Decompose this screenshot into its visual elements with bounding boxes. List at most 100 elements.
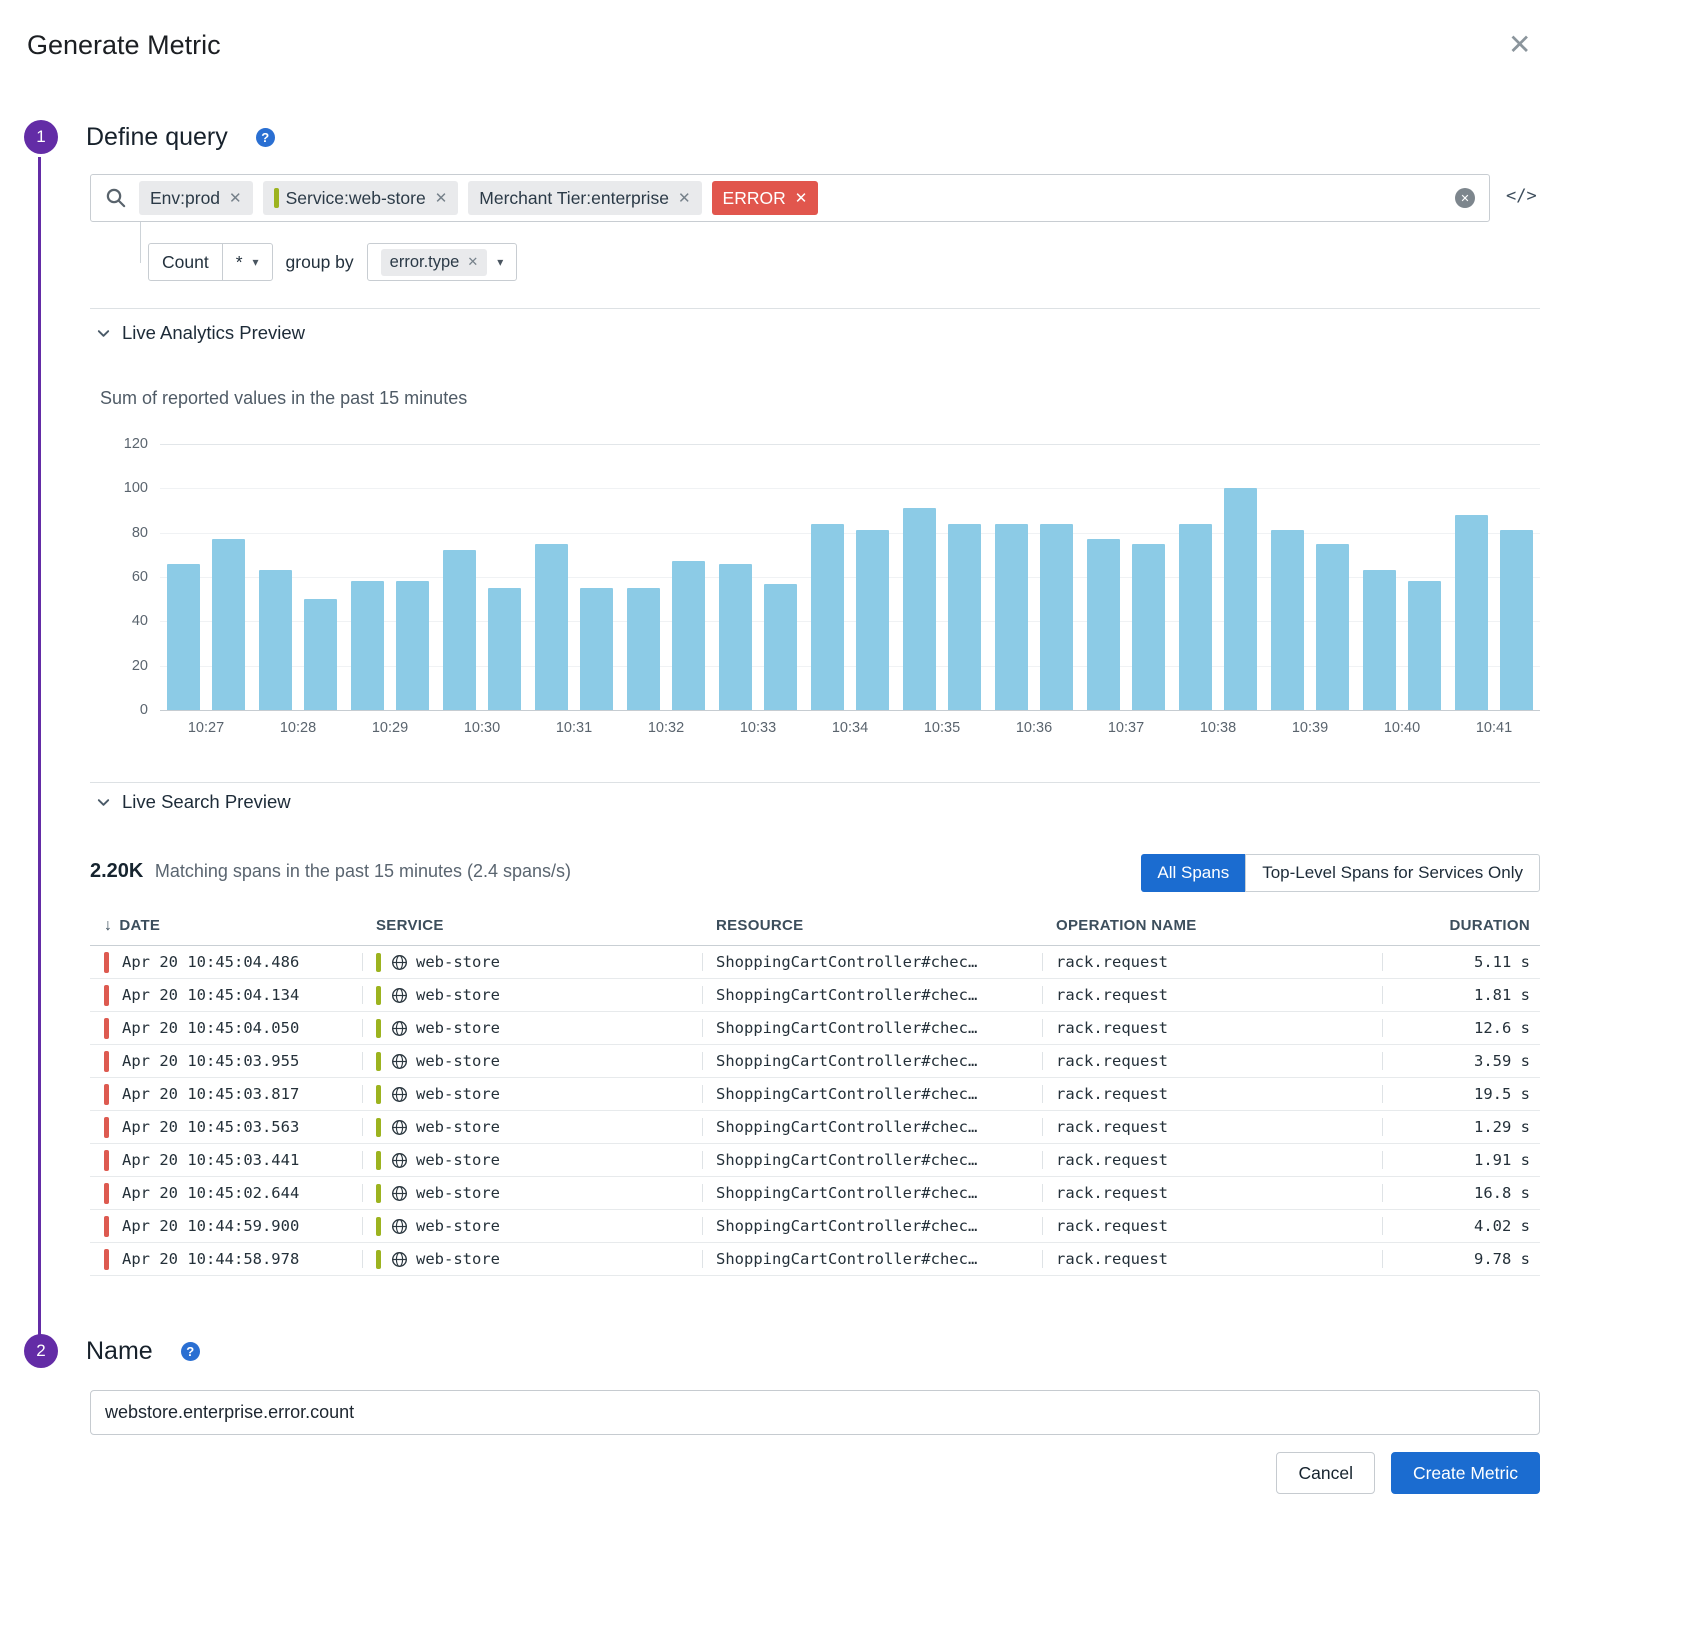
operation-name: rack.request (1056, 1151, 1168, 1169)
span-date: Apr 20 10:45:04.050 (122, 1019, 299, 1037)
date-cell: Apr 20 10:44:58.978 (90, 1243, 362, 1275)
filter-chip-merchant-tier-enterprise[interactable]: Merchant Tier:enterprise✕ (468, 181, 701, 215)
filter-chip-service-web-store[interactable]: Service:web-store✕ (263, 181, 459, 215)
duration-cell: 4.02 s (1382, 1210, 1540, 1242)
table-row[interactable]: Apr 20 10:45:02.644web-storeShoppingCart… (90, 1177, 1540, 1210)
globe-icon (391, 1086, 408, 1103)
help-icon[interactable]: ? (181, 1342, 200, 1361)
table-row[interactable]: Apr 20 10:45:03.441web-storeShoppingCart… (90, 1144, 1540, 1177)
remove-filter-icon[interactable]: ✕ (435, 189, 448, 207)
span-count-description: Matching spans in the past 15 minutes (2… (155, 861, 571, 881)
operation-cell: rack.request (1042, 1243, 1382, 1275)
bar-group: 10:35 (896, 444, 988, 710)
span-date: Apr 20 10:45:04.134 (122, 986, 299, 1004)
operation-cell: rack.request (1042, 1144, 1382, 1176)
span-date: Apr 20 10:45:03.955 (122, 1052, 299, 1070)
service-color-bar (376, 1118, 381, 1137)
duration-cell: 12.6 s (1382, 1012, 1540, 1044)
y-axis-label: 20 (132, 658, 148, 674)
table-row[interactable]: Apr 20 10:45:04.134web-storeShoppingCart… (90, 979, 1540, 1012)
resource-name: ShoppingCartController#chec… (716, 953, 977, 971)
table-row[interactable]: Apr 20 10:45:03.563 web-store ShoppingCart… (90, 1111, 1540, 1144)
column-header-duration[interactable]: DURATION (1382, 917, 1540, 934)
bar-group: 10:37 (1080, 444, 1172, 710)
error-status-bar (104, 952, 109, 973)
operation-cell: rack.request (1042, 946, 1382, 978)
close-icon[interactable]: ✕ (1508, 28, 1531, 61)
resource-cell: ShoppingCartController#chec… (702, 1144, 1042, 1176)
operation-cell: rack.request (1042, 1078, 1382, 1110)
resource-cell: ShoppingCartController#chec… (702, 1210, 1042, 1242)
column-header-operation-name[interactable]: OPERATION NAME (1042, 917, 1382, 934)
remove-filter-icon[interactable]: ✕ (678, 189, 691, 207)
live-analytics-preview-header[interactable]: Live Analytics Preview (96, 322, 305, 344)
service-cell: web-store (362, 1078, 702, 1110)
table-row[interactable]: Apr 20 10:45:04.486web-storeShoppingCart… (90, 946, 1540, 979)
chart-bar (627, 588, 660, 710)
service-name: web-store (416, 1217, 500, 1235)
bar-group: 10:27 (160, 444, 252, 710)
chart-bar (719, 564, 752, 710)
chart-bar (1363, 570, 1396, 710)
service-color-bar (376, 1052, 381, 1071)
span-scope-toggle-group: All Spans Top-Level Spans for Services O… (1141, 854, 1540, 892)
all-spans-toggle[interactable]: All Spans (1141, 854, 1245, 892)
live-search-preview-header[interactable]: Live Search Preview (96, 791, 291, 813)
clear-query-icon[interactable]: ✕ (1455, 188, 1475, 208)
bar-group: 10:34 (804, 444, 896, 710)
y-axis-label: 60 (132, 569, 148, 585)
filter-label: Env:prod (150, 188, 220, 209)
code-editor-toggle-icon[interactable]: </> (1506, 186, 1537, 206)
span-duration: 3.59 s (1474, 1052, 1530, 1070)
group-by-chip[interactable]: error.type ✕ (381, 249, 488, 276)
resource-cell: ShoppingCartController#chec… (702, 1177, 1042, 1209)
table-row[interactable]: Apr 20 10:44:58.978web-storeShoppingCart… (90, 1243, 1540, 1276)
span-duration: 5.11 s (1474, 953, 1530, 971)
step-1-row: 1 Define query ? (24, 120, 275, 154)
span-duration: 1.81 s (1474, 986, 1530, 1004)
span-duration: 16.8 s (1474, 1184, 1530, 1202)
table-row[interactable]: Apr 20 10:45:03.955web-storeShoppingCart… (90, 1045, 1540, 1078)
top-level-spans-toggle[interactable]: Top-Level Spans for Services Only (1245, 854, 1540, 892)
chart-bar (304, 599, 337, 710)
table-row[interactable]: Apr 20 10:45:04.050web-storeShoppingCart… (90, 1012, 1540, 1045)
resource-cell: ShoppingCartController#chec… (702, 1012, 1042, 1044)
service-color-bar (376, 953, 381, 972)
filter-chip-error[interactable]: ERROR✕ (712, 181, 819, 215)
chart-bar (167, 564, 200, 710)
span-date: Apr 20 10:45:03.563 (122, 1118, 299, 1136)
x-axis-label: 10:29 (344, 720, 436, 736)
column-header-service[interactable]: SERVICE (362, 917, 702, 934)
operation-name: rack.request (1056, 1019, 1168, 1037)
error-status-bar (104, 1018, 109, 1039)
service-color-bar (376, 1151, 381, 1170)
table-row[interactable]: Apr 20 10:44:59.900web-storeShoppingCart… (90, 1210, 1540, 1243)
group-by-select[interactable]: error.type ✕ ▾ (368, 244, 517, 280)
remove-group-by-icon[interactable]: ✕ (467, 254, 478, 270)
table-body: Apr 20 10:45:04.486web-storeShoppingCart… (90, 946, 1540, 1276)
help-icon[interactable]: ? (256, 128, 275, 147)
remove-filter-icon[interactable]: ✕ (229, 189, 242, 207)
column-header-resource[interactable]: RESOURCE (702, 917, 1042, 934)
query-search-bar[interactable]: Env:prod✕Service:web-store✕Merchant Tier… (90, 174, 1490, 222)
operation-name: rack.request (1056, 1085, 1168, 1103)
column-header-date[interactable]: ↓ DATE (90, 917, 362, 935)
resource-name: ShoppingCartController#chec… (716, 1151, 977, 1169)
service-name: web-store (416, 1250, 500, 1268)
metric-name-input[interactable] (90, 1390, 1540, 1435)
duration-cell: 5.11 s (1382, 946, 1540, 978)
span-date: Apr 20 10:45:04.486 (122, 953, 299, 971)
x-axis-label: 10:40 (1356, 720, 1448, 736)
error-status-bar (104, 1249, 109, 1270)
cancel-button[interactable]: Cancel (1276, 1452, 1374, 1494)
aggregation-function-select[interactable]: Count (149, 244, 222, 280)
service-name: web-store (416, 1118, 500, 1136)
filter-chip-env-prod[interactable]: Env:prod ✕ (139, 181, 253, 215)
resource-cell: ShoppingCartController#chec… (702, 1111, 1042, 1143)
table-row[interactable]: Apr 20 10:45:03.817web-storeShoppingCart… (90, 1078, 1540, 1111)
analytics-bar-chart: 10:2710:2810:2910:3010:3110:3210:3310:34… (90, 432, 1540, 742)
create-metric-button[interactable]: Create Metric (1391, 1452, 1540, 1494)
resource-name: ShoppingCartController#chec… (716, 1052, 977, 1070)
remove-filter-icon[interactable]: ✕ (795, 189, 808, 207)
aggregation-parameter-select[interactable]: * ▾ (222, 244, 272, 280)
